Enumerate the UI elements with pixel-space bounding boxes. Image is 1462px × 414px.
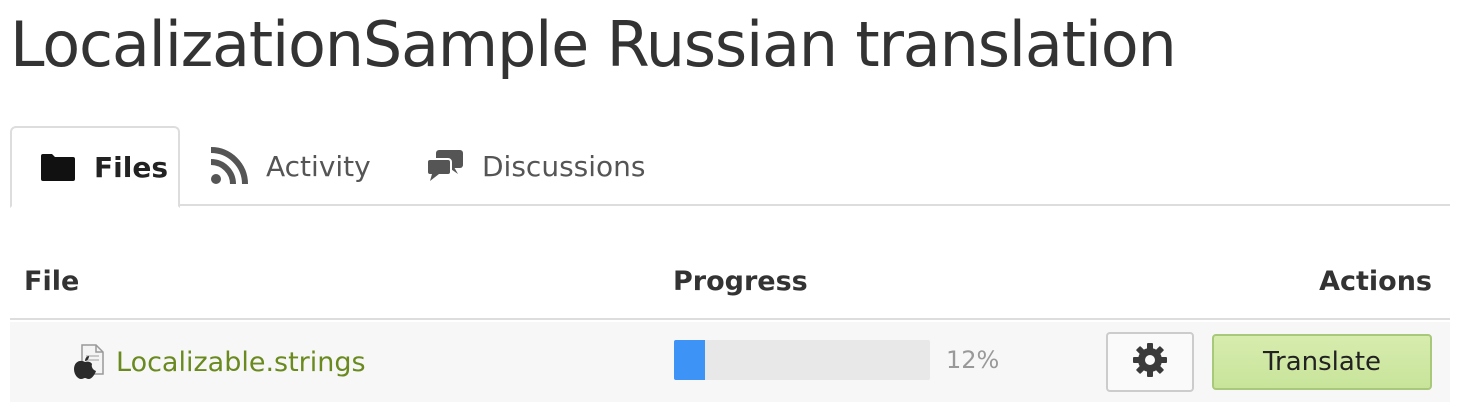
- tab-activity-label: Activity: [266, 149, 371, 183]
- tab-files[interactable]: Files: [10, 126, 180, 208]
- apple-file-icon: [72, 344, 106, 380]
- page-title: LocalizationSample Russian translation: [10, 8, 1177, 81]
- tab-bar: Files Activity Discussions: [10, 126, 1450, 208]
- column-header-file: File: [24, 266, 80, 297]
- gear-icon: [1131, 341, 1169, 383]
- tab-activity[interactable]: Activity: [210, 126, 371, 206]
- rss-icon: [210, 147, 248, 185]
- column-header-progress: Progress: [673, 266, 808, 297]
- tab-discussions[interactable]: Discussions: [426, 126, 646, 206]
- table-header: File Progress Actions: [10, 248, 1450, 320]
- progress-bar-fill: [674, 340, 705, 380]
- column-header-actions: Actions: [1319, 266, 1432, 297]
- progress-percent: 12%: [946, 346, 1000, 374]
- comments-icon: [426, 149, 464, 183]
- file-link[interactable]: Localizable.strings: [116, 347, 366, 378]
- progress-bar: [674, 340, 930, 380]
- folder-icon: [40, 152, 76, 182]
- translate-button[interactable]: Translate: [1212, 334, 1432, 390]
- page: LocalizationSample Russian translation F…: [0, 0, 1462, 414]
- file-cell: Localizable.strings: [72, 340, 366, 384]
- tab-discussions-label: Discussions: [482, 149, 646, 183]
- settings-button[interactable]: [1106, 332, 1194, 392]
- table-row: Localizable.strings 12% Translate: [10, 322, 1450, 402]
- tab-files-label: Files: [94, 150, 168, 184]
